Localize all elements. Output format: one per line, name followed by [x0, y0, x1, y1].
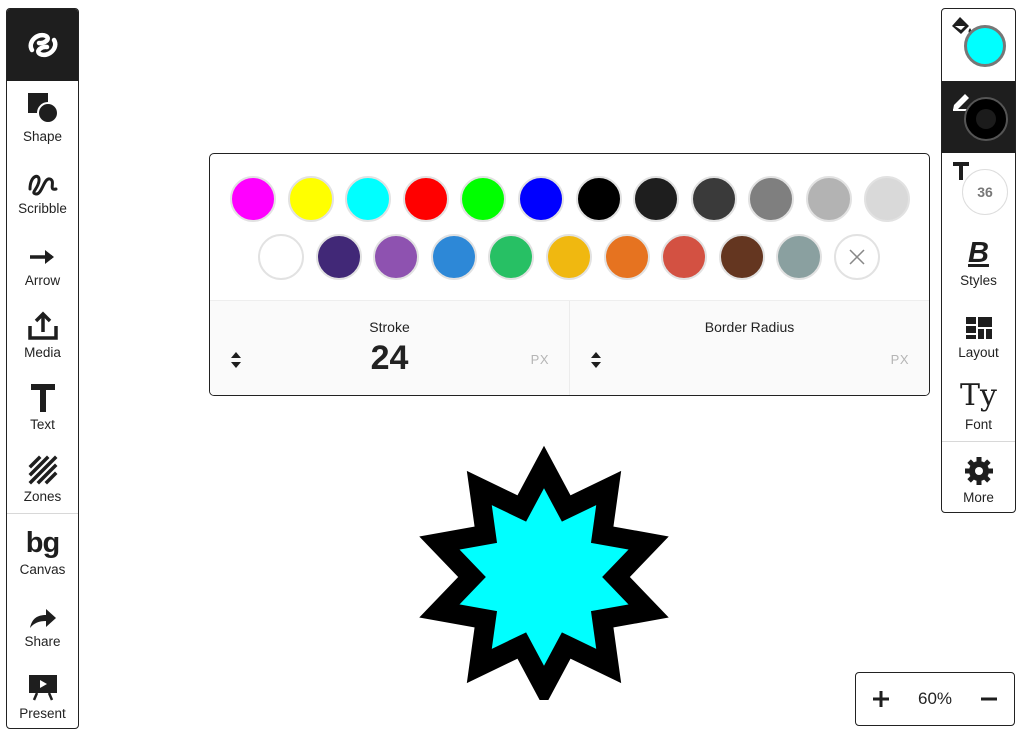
app-logo[interactable] — [7, 9, 78, 81]
stroke-title: Stroke — [369, 319, 410, 335]
color-swatch[interactable] — [575, 176, 622, 222]
border-radius-control: Border Radius PX — [569, 301, 929, 395]
stroke-settings: Stroke PX Border Radius PX — [210, 300, 929, 395]
color-swatch-grid — [210, 154, 929, 300]
fill-color-swatch — [964, 25, 1006, 67]
color-swatch[interactable] — [748, 176, 795, 222]
zoom-in-button[interactable] — [856, 673, 906, 725]
zoom-level: 60% — [917, 689, 953, 708]
star-polygon[interactable] — [419, 445, 669, 700]
tool-label: Shape — [22, 128, 63, 144]
tool-styles[interactable]: B Styles — [942, 225, 1015, 297]
color-swatch[interactable] — [690, 176, 737, 222]
minus-icon — [981, 697, 997, 701]
stroke-color-swatch — [964, 97, 1008, 141]
tool-zones[interactable]: Zones — [7, 441, 78, 513]
tool-present[interactable]: Present — [7, 658, 78, 728]
tool-label: Zones — [23, 488, 62, 504]
tool-text[interactable]: Text — [7, 369, 78, 441]
color-picker-popover: Stroke PX Border Radius PX — [209, 153, 930, 396]
scribble-icon — [28, 174, 57, 195]
close-icon — [849, 249, 865, 265]
font-ty-icon: Ty — [960, 377, 997, 413]
color-swatch[interactable] — [546, 234, 592, 280]
no-color-swatch[interactable] — [834, 234, 880, 280]
canvas-bg-icon: bg — [25, 526, 60, 559]
color-swatch[interactable] — [718, 234, 765, 280]
stroke-control: Stroke PX — [210, 301, 569, 395]
tool-label: Styles — [960, 272, 997, 288]
star-shape[interactable] — [410, 445, 678, 700]
border-radius-input[interactable] — [570, 339, 929, 378]
presentation-icon — [28, 674, 57, 700]
color-swatch[interactable] — [488, 234, 535, 280]
color-swatch[interactable] — [633, 176, 680, 222]
arrow-right-icon — [29, 249, 54, 264]
font-size-button[interactable]: 36 — [942, 153, 1015, 225]
fill-color-button[interactable] — [942, 9, 1015, 81]
color-swatch[interactable] — [345, 176, 392, 222]
tool-label: Layout — [958, 344, 999, 360]
color-swatch[interactable] — [402, 176, 449, 222]
upload-icon — [27, 311, 58, 340]
plus-icon — [873, 691, 889, 707]
font-size-badge: 36 — [962, 169, 1008, 215]
zones-hatch-icon — [28, 455, 57, 484]
tool-label: Scribble — [18, 200, 67, 216]
tool-label: Font — [964, 416, 992, 432]
font-size-value: 36 — [977, 184, 993, 200]
tool-label: Media — [24, 344, 61, 360]
color-swatch[interactable] — [258, 234, 304, 280]
color-swatch[interactable] — [287, 176, 334, 222]
tool-font[interactable]: Ty Font — [942, 369, 1015, 441]
color-swatch[interactable] — [373, 234, 420, 280]
color-swatch[interactable] — [460, 176, 507, 222]
tool-share[interactable]: Share — [7, 586, 78, 658]
right-toolbar: 36 B Styles Layout Ty Font More — [941, 8, 1016, 513]
tool-label: Present — [19, 705, 66, 721]
zoom-out-button[interactable] — [964, 673, 1014, 725]
tool-label: Share — [24, 633, 61, 649]
color-swatch[interactable] — [430, 234, 477, 280]
logo-icon — [28, 32, 57, 58]
color-swatch[interactable] — [661, 234, 708, 280]
color-swatch[interactable] — [806, 176, 852, 222]
gear-icon — [964, 456, 993, 485]
border-radius-unit: PX — [890, 352, 909, 367]
tool-label: Text — [30, 416, 55, 432]
color-swatch[interactable] — [863, 176, 910, 222]
tool-label: More — [963, 489, 994, 505]
color-swatch[interactable] — [603, 234, 650, 280]
tool-scribble[interactable]: Scribble — [7, 153, 78, 225]
layout-grid-icon — [965, 316, 992, 339]
border-radius-title: Border Radius — [704, 319, 795, 335]
tool-media[interactable]: Media — [7, 297, 78, 369]
tool-arrow[interactable]: Arrow — [7, 225, 78, 297]
left-toolbar: Shape Scribble Arrow Media Text Zones bg… — [6, 8, 79, 729]
shape-icon — [27, 92, 59, 124]
color-swatch[interactable] — [518, 176, 564, 222]
tool-more[interactable]: More — [942, 442, 1015, 512]
tool-shape[interactable]: Shape — [7, 81, 78, 153]
tool-label: Arrow — [24, 272, 61, 288]
tool-label: Canvas — [19, 561, 66, 577]
text-t-icon — [30, 383, 55, 412]
zoom-control: 60% — [855, 672, 1015, 726]
tool-canvas[interactable]: bg Canvas — [7, 514, 78, 586]
stroke-color-button[interactable] — [942, 81, 1015, 153]
color-swatch[interactable] — [315, 234, 362, 280]
stroke-width-input[interactable] — [210, 339, 569, 378]
share-icon — [29, 608, 56, 628]
color-swatch[interactable] — [230, 176, 276, 222]
color-swatch[interactable] — [776, 234, 823, 280]
stroke-unit: PX — [530, 352, 549, 367]
tool-layout[interactable]: Layout — [942, 297, 1015, 369]
bold-b-icon: B — [968, 236, 989, 269]
